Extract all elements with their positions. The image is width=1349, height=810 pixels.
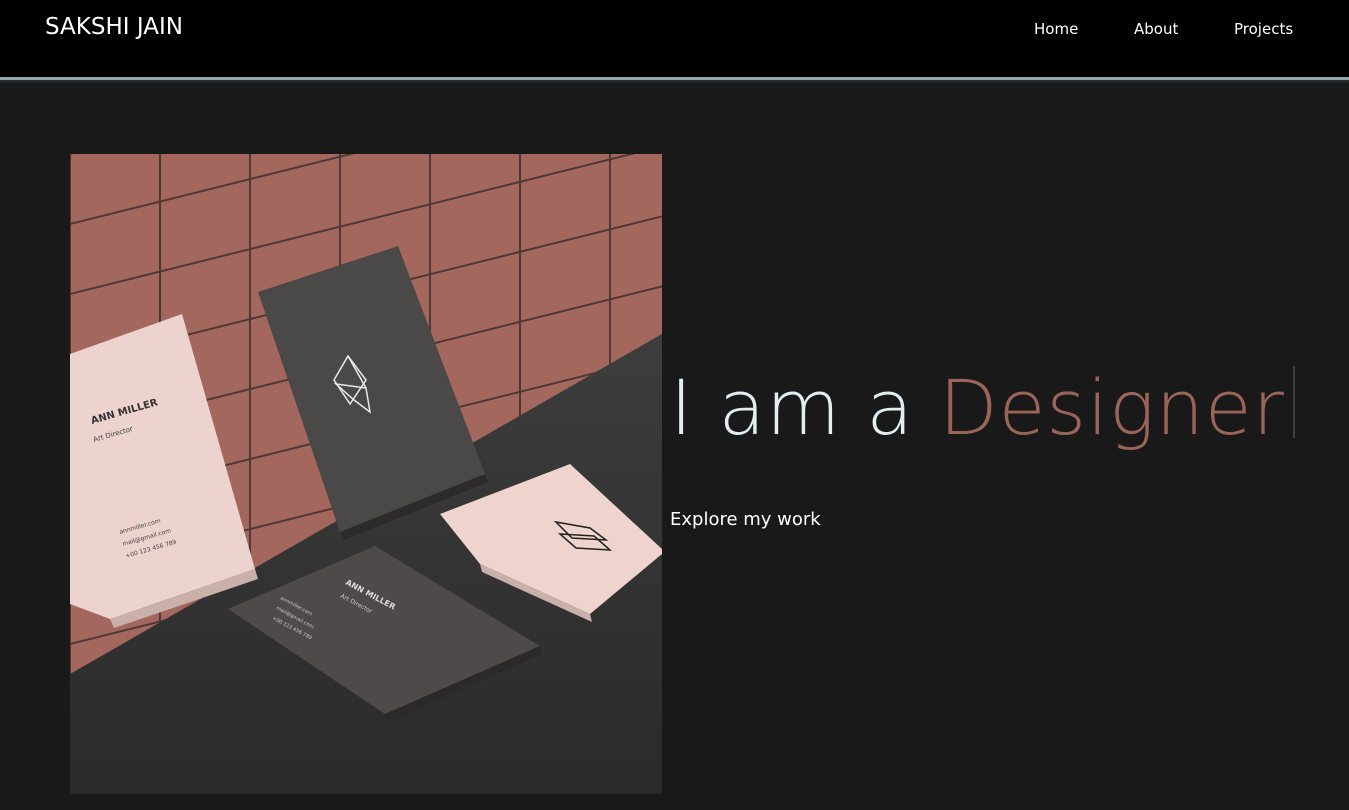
nav-home[interactable]: Home [1034,20,1078,40]
headline-typed-word: Designer [939,363,1285,452]
hero-image: ANN MILLER Art Director annmiller.com ma… [70,154,662,794]
nav-projects[interactable]: Projects [1234,20,1293,40]
headline-prefix: I am a [670,363,914,452]
hero-headline: I am a Designer [670,362,1295,454]
business-card-mockup: ANN MILLER Art Director annmiller.com ma… [70,154,662,794]
header-shadow [0,80,1349,84]
typing-cursor [1292,366,1295,438]
nav-about[interactable]: About [1134,20,1178,40]
site-title[interactable]: SAKSHI JAIN [45,14,183,40]
explore-work-link[interactable]: Explore my work [670,509,821,530]
